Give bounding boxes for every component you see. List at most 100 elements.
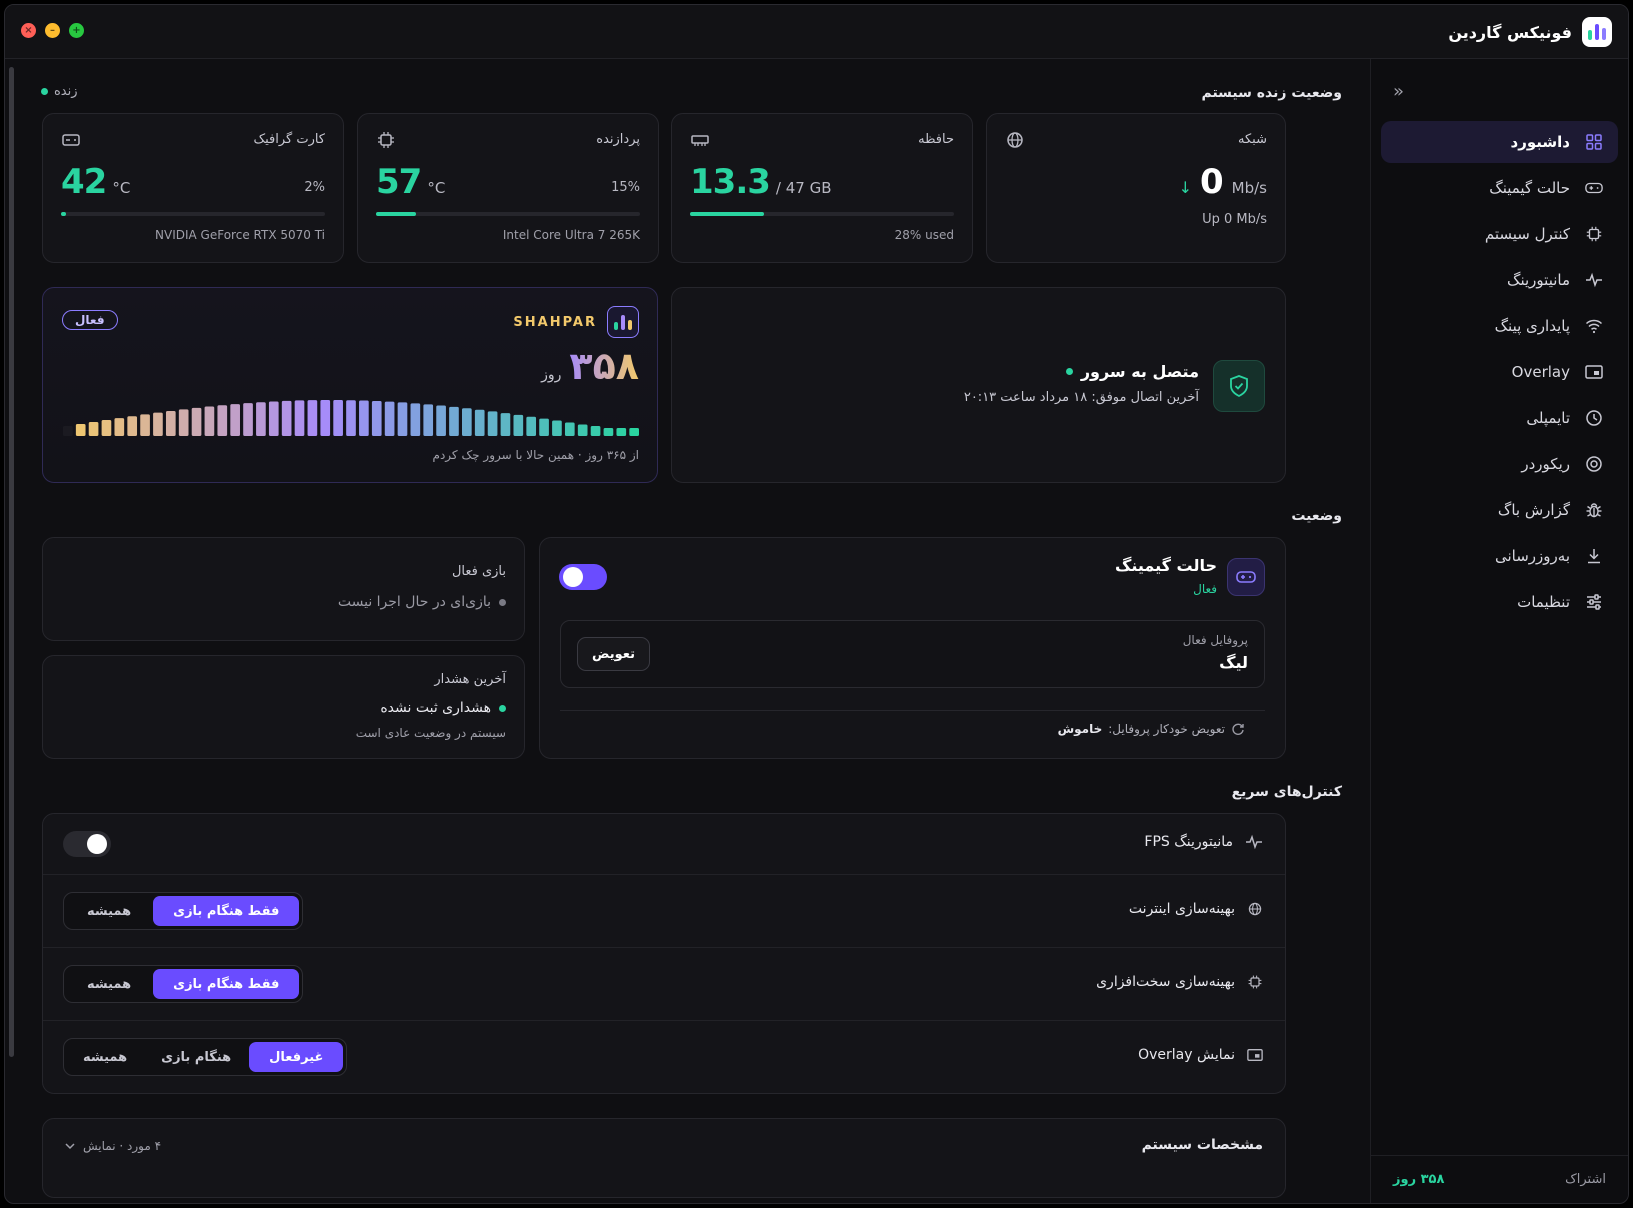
internet-optimization-row: بهینه‌سازی اینترنت همیشه فقط هنگام بازی bbox=[43, 875, 1285, 948]
sidebar-item-clock[interactable]: تایمپلی bbox=[1381, 397, 1618, 439]
sidebar-item-download[interactable]: به‌روزرسانی bbox=[1381, 535, 1618, 577]
system-specs-count: ۴ مورد · نمایش bbox=[83, 1139, 162, 1153]
day-bar bbox=[500, 413, 511, 436]
cpu-progress-fill bbox=[376, 212, 416, 216]
day-bar bbox=[320, 400, 331, 436]
gaming-mode-toggle[interactable] bbox=[559, 564, 607, 590]
gpu-progress-fill bbox=[61, 212, 67, 216]
fps-monitoring-toggle[interactable] bbox=[63, 831, 111, 857]
day-bar bbox=[204, 406, 215, 436]
pulse-icon bbox=[1246, 834, 1262, 850]
main-content: وضعیت زنده سیستم زنده شبکه ↓ 0 Mb/s Up 0… bbox=[5, 59, 1370, 1203]
sidebar-item-label: Overlay bbox=[1511, 363, 1570, 381]
sidebar-item-wifi[interactable]: پایداری پینگ bbox=[1381, 305, 1618, 347]
last-warning-title: آخرین هشدار bbox=[434, 672, 506, 687]
day-bar bbox=[359, 400, 369, 436]
shield-icon bbox=[1213, 360, 1265, 412]
day-bar bbox=[165, 410, 176, 436]
live-dot bbox=[41, 88, 48, 95]
system-specs-title: مشخصات سیستم bbox=[1141, 1137, 1263, 1153]
overlay-option-disabled[interactable]: غیرفعال bbox=[249, 1042, 344, 1072]
day-bar bbox=[346, 400, 356, 436]
day-bar bbox=[564, 422, 575, 436]
internet-option-gaming-only[interactable]: فقط هنگام بازی bbox=[153, 896, 300, 926]
overlay-display-text: نمایش Overlay bbox=[1138, 1047, 1235, 1063]
network-speed: 0 bbox=[1199, 162, 1224, 202]
sidebar-item-record[interactable]: ریکوردر bbox=[1381, 443, 1618, 485]
overlay-display-label: نمایش Overlay bbox=[1138, 1047, 1263, 1063]
cpu-progress-bar bbox=[376, 212, 640, 216]
server-title-text: متصل به سرور bbox=[1080, 362, 1199, 381]
cpu-icon bbox=[1248, 975, 1262, 989]
network-card: شبکه ↓ 0 Mb/s Up 0 Mb/s bbox=[986, 113, 1286, 263]
gpu-value: 42 °C bbox=[61, 162, 130, 202]
day-bar bbox=[268, 401, 279, 436]
internet-option-always[interactable]: همیشه bbox=[67, 896, 151, 926]
cpu-usage: 15% bbox=[611, 180, 640, 195]
sidebar-item-gamepad[interactable]: حالت گیمینگ bbox=[1381, 167, 1618, 209]
day-bar bbox=[423, 404, 434, 436]
clock-icon bbox=[1584, 408, 1604, 428]
active-badge: فعال bbox=[62, 310, 118, 330]
close-window-button[interactable]: × bbox=[21, 23, 36, 38]
sidebar-item-pulse[interactable]: مانیتورینگ bbox=[1381, 259, 1618, 301]
day-bar bbox=[513, 414, 524, 436]
sidebar-item-label: حالت گیمینگ bbox=[1489, 179, 1570, 197]
memory-used: 13.3 bbox=[690, 162, 771, 202]
internet-optimization-segment: همیشه فقط هنگام بازی bbox=[63, 892, 304, 930]
pulse-icon bbox=[1584, 270, 1604, 290]
collapse-sidebar-icon[interactable]: » bbox=[1393, 81, 1404, 102]
refresh-icon bbox=[1232, 723, 1244, 735]
chevron-down-icon[interactable] bbox=[65, 1142, 75, 1150]
auto-profile-value: خاموش bbox=[1057, 722, 1103, 736]
sidebar-item-label: گزارش باگ bbox=[1497, 501, 1570, 519]
globe-icon bbox=[1248, 902, 1262, 916]
network-upload: Up 0 Mb/s bbox=[1202, 212, 1267, 227]
internet-optimization-label: بهینه‌سازی اینترنت bbox=[1129, 901, 1263, 917]
fps-monitoring-label: مانیتورینگ FPS bbox=[1144, 834, 1263, 850]
maximize-window-button[interactable]: + bbox=[69, 23, 84, 38]
server-online-dot bbox=[1065, 368, 1073, 375]
inactive-dot bbox=[499, 598, 506, 606]
day-bar bbox=[384, 401, 395, 436]
sidebar-item-bug[interactable]: گزارش باگ bbox=[1381, 489, 1618, 531]
hardware-option-always[interactable]: همیشه bbox=[67, 969, 151, 999]
sidebar-item-cpu[interactable]: کنترل سیستم bbox=[1381, 213, 1618, 255]
memory-title: حافظه bbox=[918, 132, 954, 147]
day-bar bbox=[281, 400, 292, 436]
network-title: شبکه bbox=[1238, 132, 1267, 147]
sidebar-item-label: تایمپلی bbox=[1526, 409, 1570, 427]
day-bar bbox=[294, 400, 305, 436]
day-bar bbox=[539, 418, 549, 436]
hardware-option-gaming-only[interactable]: فقط هنگام بازی bbox=[153, 969, 300, 999]
sidebar-item-sliders[interactable]: تنظیمات bbox=[1381, 581, 1618, 623]
system-specs-card[interactable]: مشخصات سیستم ۴ مورد · نمایش bbox=[42, 1118, 1286, 1198]
overlay-option-gaming[interactable]: هنگام بازی bbox=[145, 1042, 247, 1072]
active-game-title: بازی فعال bbox=[451, 564, 506, 579]
overlay-icon bbox=[1247, 1049, 1263, 1061]
hardware-optimization-row: بهینه‌سازی سخت‌افزاری همیشه فقط هنگام با… bbox=[43, 948, 1285, 1021]
gpu-title: کارت گرافیک bbox=[253, 132, 325, 147]
day-bar bbox=[629, 428, 639, 436]
day-bar bbox=[63, 426, 73, 436]
day-bar bbox=[526, 416, 537, 436]
memory-icon bbox=[691, 135, 709, 146]
minimize-window-button[interactable]: – bbox=[45, 23, 60, 38]
sidebar-item-label: به‌روزرسانی bbox=[1494, 547, 1570, 565]
day-bar bbox=[230, 404, 240, 436]
wifi-icon bbox=[1584, 316, 1604, 336]
subscription-label: اشتراک bbox=[1565, 1172, 1606, 1187]
last-warning-value: هشداری ثبت نشده bbox=[380, 700, 491, 716]
hardware-optimization-segment: همیشه فقط هنگام بازی bbox=[63, 965, 304, 1003]
gaming-divider bbox=[560, 710, 1265, 711]
overlay-option-always[interactable]: همیشه bbox=[67, 1042, 143, 1072]
gaming-mode-card: حالت گیمینگ فعال پروفایل فعال لیگ تعویض … bbox=[539, 537, 1286, 759]
switch-profile-button[interactable]: تعویض bbox=[577, 637, 650, 671]
app-logo-icon bbox=[1582, 17, 1612, 47]
server-status-card: متصل به سرور آخرین اتصال موفق: ۱۸ مرداد … bbox=[671, 287, 1286, 483]
sidebar-item-overlay[interactable]: Overlay bbox=[1381, 351, 1618, 393]
sidebar-item-grid[interactable]: داشبورد bbox=[1381, 121, 1618, 163]
subscription-footer: اشتراک ۳۵۸ روز bbox=[1371, 1155, 1628, 1203]
day-bar bbox=[603, 428, 614, 436]
gpu-usage: 2% bbox=[304, 180, 325, 195]
